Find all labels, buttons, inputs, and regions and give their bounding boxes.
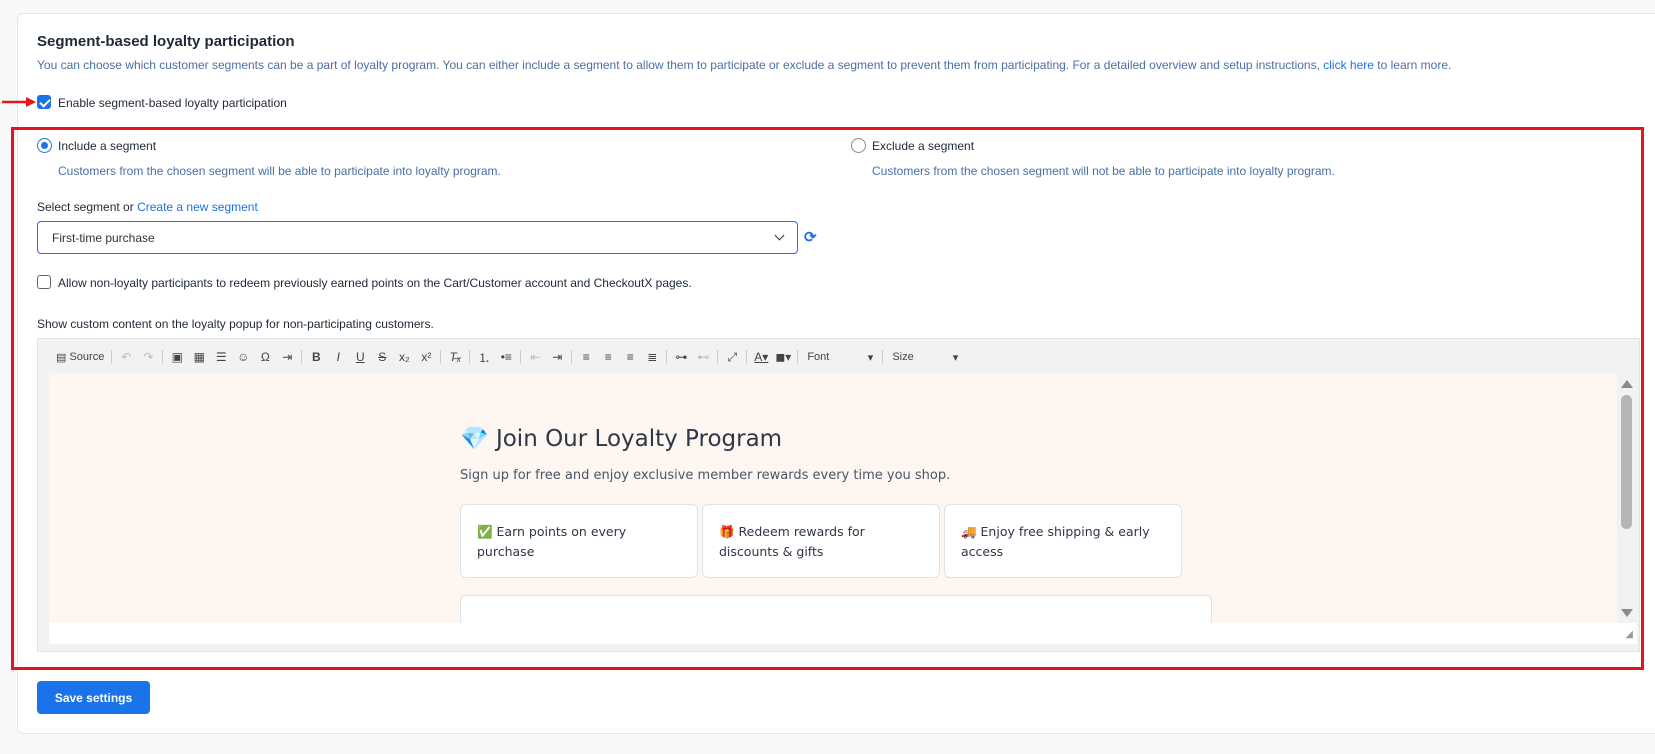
scroll-thumb[interactable] [1621,395,1632,529]
image-icon[interactable]: ▣ [166,347,188,367]
resize-handle-icon[interactable]: ◢ [1625,629,1633,640]
underline-icon[interactable]: U [349,347,371,367]
align-left-icon[interactable]: ≡ [575,347,597,367]
create-segment-link[interactable]: Create a new segment [137,200,258,214]
include-segment-radio[interactable] [37,138,52,153]
include-segment-help: Customers from the chosen segment will b… [58,164,501,178]
custom-content-label: Show custom content on the loyalty popup… [37,317,434,331]
section-description: You can choose which customer segments c… [37,58,1451,72]
special-char-icon[interactable]: Ω [254,347,276,367]
bulleted-list-icon[interactable]: •≡ [495,347,517,367]
segment-select-value: First-time purchase [52,231,155,245]
font-label: Font [807,351,830,363]
superscript-icon[interactable]: x² [415,347,437,367]
segment-select[interactable]: First-time purchase [37,221,798,254]
link-icon[interactable]: ⊶ [670,347,692,367]
bold-icon[interactable]: B [305,347,327,367]
source-label: Source [69,351,105,363]
scroll-down-icon[interactable] [1621,609,1633,617]
text-color-icon[interactable]: A▾ [750,347,772,367]
background-color-icon[interactable]: ◼▾ [772,347,794,367]
justify-icon[interactable]: ≣ [641,347,663,367]
select-segment-label: Select segment or Create a new segment [37,200,258,214]
benefit-card: 🎁 Redeem rewards for discounts & gifts [702,504,940,578]
source-button[interactable]: ▤ Source [52,347,108,367]
select-segment-text: Select segment or [37,200,138,214]
editor-footer: ◢ [49,623,1637,644]
numbered-list-icon[interactable]: ⒈ [473,347,495,367]
unlink-icon[interactable]: ⊷ [692,347,714,367]
table-icon[interactable]: ▦ [188,347,210,367]
description-text: You can choose which customer segments c… [37,58,1324,72]
editor-toolbar: ▤ Source ↶ ↷ ▣ ▦ ☰ ☺ Ω ⇥ B I U S x₂ x² T… [52,347,964,367]
benefit-card: ✅ Earn points on every purchase [460,504,698,578]
exclude-segment-radio[interactable] [851,138,866,153]
italic-icon[interactable]: I [327,347,349,367]
scroll-up-icon[interactable] [1621,380,1633,388]
allow-redeem-checkbox[interactable] [37,275,51,289]
editor-scrollbar[interactable] [1617,373,1637,623]
indent-icon[interactable]: ⇥ [546,347,568,367]
undo-icon[interactable]: ↶ [115,347,137,367]
allow-redeem-label: Allow non-loyalty participants to redeem… [58,276,692,290]
outdent-icon[interactable]: ⇤ [524,347,546,367]
strikethrough-icon[interactable]: S [371,347,393,367]
size-caret-icon: ▾ [952,351,959,364]
page-break-icon[interactable]: ⇥ [276,347,298,367]
redo-icon[interactable]: ↷ [137,347,159,367]
size-label: Size [892,351,914,363]
click-here-link[interactable]: click here [1323,58,1374,72]
promo-title: 💎 Join Our Loyalty Program [460,426,783,452]
align-right-icon[interactable]: ≡ [619,347,641,367]
exclude-segment-label: Exclude a segment [872,139,975,153]
align-center-icon[interactable]: ≡ [597,347,619,367]
benefit-card: 🚚 Enjoy free shipping & early access [944,504,1182,578]
remove-format-icon[interactable]: T̶ₓ [444,347,466,367]
subscript-icon[interactable]: x₂ [393,347,415,367]
signup-card [460,595,1212,623]
editor-content[interactable]: 💎 Join Our Loyalty Program Sign up for f… [49,373,1617,623]
refresh-icon[interactable]: ⟳ [804,228,817,246]
red-arrow-icon [2,97,36,107]
chevron-down-icon [774,230,785,241]
font-caret-icon: ▾ [867,351,874,364]
maximize-icon[interactable]: ⤢ [721,347,743,367]
include-segment-label: Include a segment [58,139,157,153]
font-dropdown[interactable]: Font ▾ [801,347,879,367]
section-title: Segment-based loyalty participation [37,33,295,50]
size-dropdown[interactable]: Size ▾ [886,347,964,367]
save-settings-button[interactable]: Save settings [37,681,150,714]
description-tail: to learn more. [1373,58,1452,72]
exclude-segment-help: Customers from the chosen segment will n… [872,164,1335,178]
smiley-icon[interactable]: ☺ [232,347,254,367]
horizontal-line-icon[interactable]: ☰ [210,347,232,367]
promo-subtitle: Sign up for free and enjoy exclusive mem… [460,468,951,483]
rich-text-editor: ▤ Source ↶ ↷ ▣ ▦ ☰ ☺ Ω ⇥ B I U S x₂ x² T… [37,338,1640,652]
enable-segment-label: Enable segment-based loyalty participati… [58,96,287,110]
enable-segment-checkbox[interactable] [37,95,51,109]
